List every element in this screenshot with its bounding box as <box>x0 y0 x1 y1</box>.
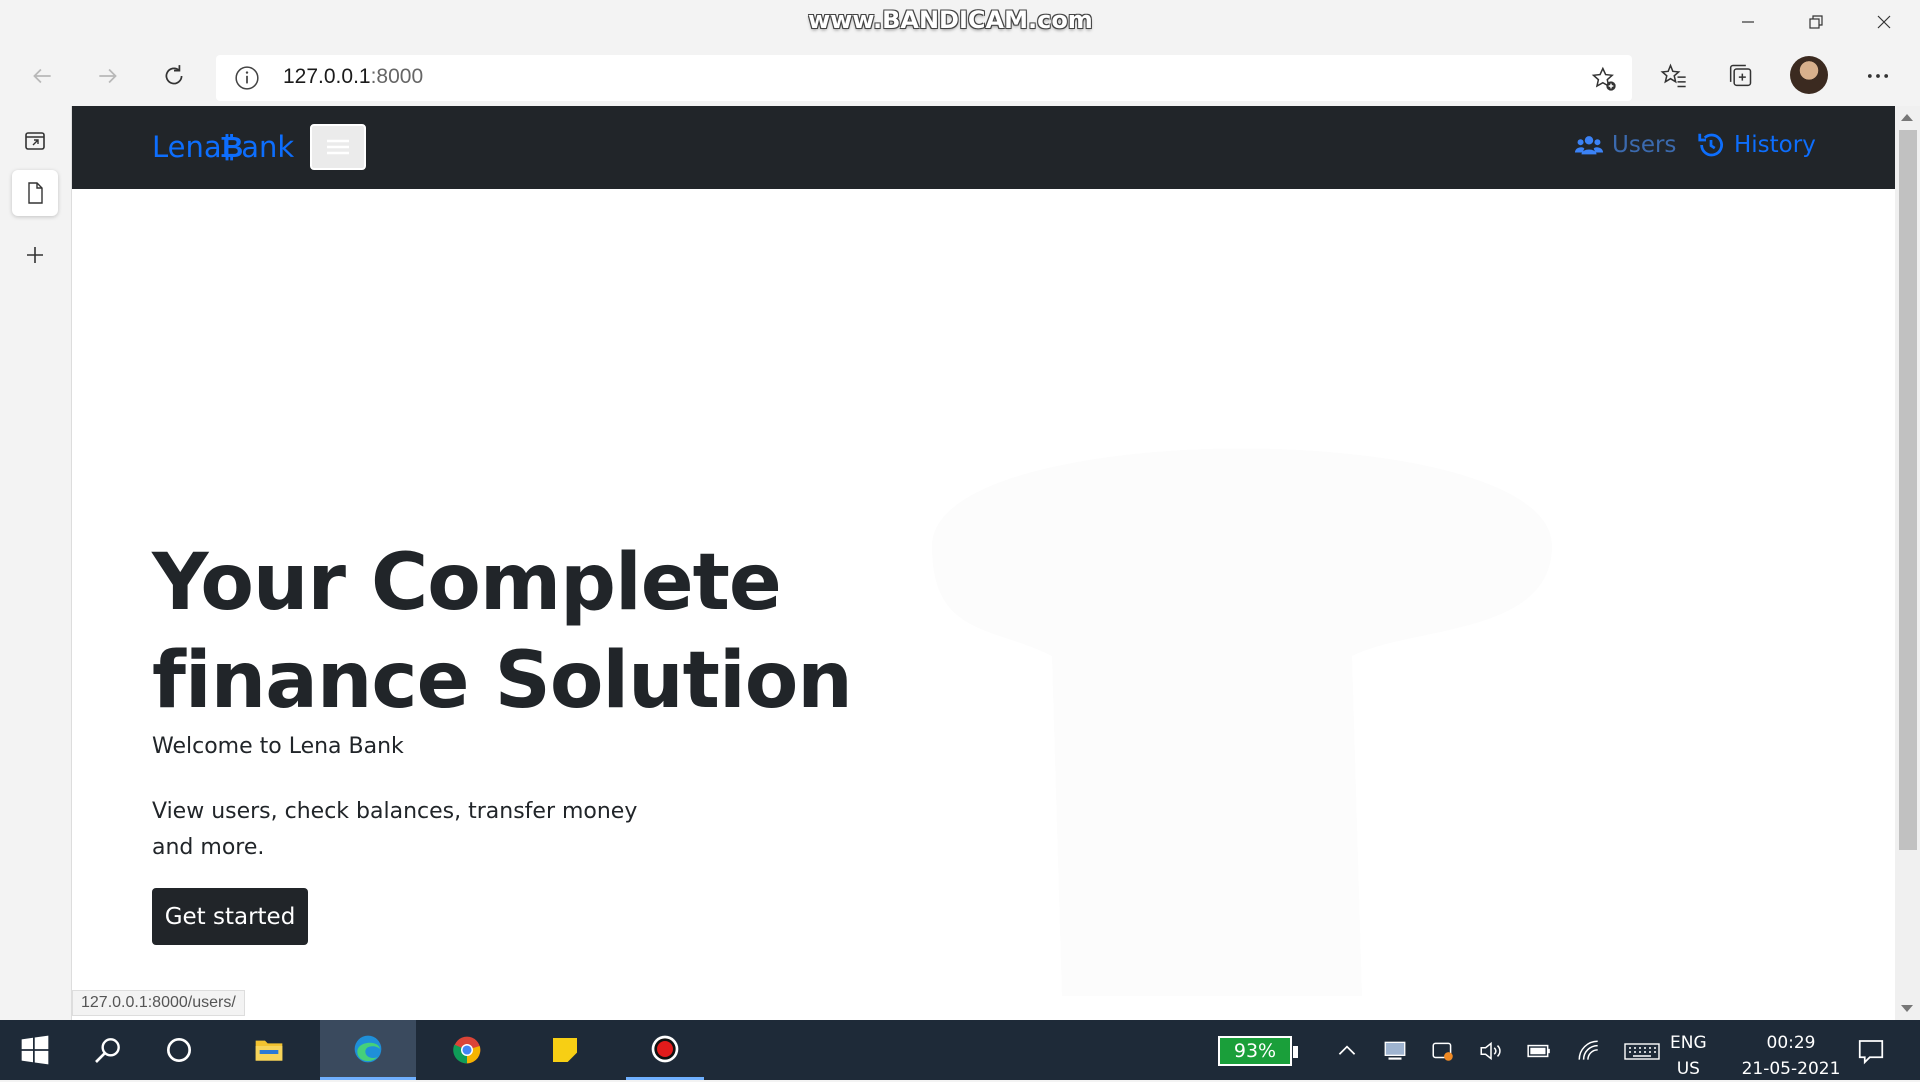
hamburger-icon <box>327 139 349 155</box>
hero-title-line1: Your Complete <box>152 538 782 628</box>
battery-indicator[interactable]: 93% <box>1218 1036 1298 1066</box>
clock-date: 21-05-2021 <box>1741 1059 1841 1079</box>
language-code: ENG <box>1670 1033 1707 1053</box>
cortana-circle-icon <box>167 1038 191 1062</box>
settings-menu-button[interactable] <box>1862 60 1894 92</box>
restore-button[interactable] <box>1782 0 1850 44</box>
sticky-notes-icon <box>553 1038 577 1062</box>
link-status-bar: 127.0.0.1:8000/users/ <box>72 990 245 1016</box>
favorites-button[interactable] <box>1658 60 1690 92</box>
bitcoin-icon: ₿ <box>219 130 244 164</box>
tab-actions-icon <box>25 132 45 150</box>
background-illustration <box>932 448 1552 996</box>
favorites-icon <box>1660 63 1686 88</box>
scroll-down-arrow-icon[interactable] <box>1901 1005 1913 1012</box>
more-options-icon <box>1867 74 1889 78</box>
show-hidden-icons-chevron-icon[interactable] <box>1334 1038 1360 1064</box>
forward-button[interactable] <box>86 54 130 98</box>
system-clock[interactable]: 00:29 21-05-2021 <box>1734 1030 1848 1082</box>
cortana-button[interactable] <box>146 1020 212 1080</box>
close-icon <box>1877 15 1891 29</box>
brand-suffix: ank <box>241 130 295 164</box>
site-info-icon[interactable] <box>234 65 260 91</box>
hero-title-line2: finance Solution <box>152 636 853 726</box>
plus-icon <box>27 247 43 263</box>
profile-avatar[interactable] <box>1790 56 1828 94</box>
start-button[interactable] <box>0 1020 70 1080</box>
minimize-button[interactable] <box>1714 0 1782 44</box>
edge-taskbar-item[interactable] <box>320 1020 416 1080</box>
edge-browser-icon <box>354 1035 382 1062</box>
nav-users-link[interactable]: Users <box>1574 130 1676 160</box>
sticky-notes-taskbar-item[interactable] <box>526 1020 604 1080</box>
browser-toolbar: 127.0.0.1:8000 <box>0 44 1920 106</box>
search-icon <box>95 1038 120 1063</box>
vertical-tab-current[interactable] <box>12 170 58 216</box>
page-viewport: Lena₿ank Users History Your Complete fin… <box>72 106 1895 1020</box>
new-tab-button[interactable] <box>12 232 58 278</box>
display-icon[interactable] <box>1382 1038 1408 1064</box>
keyboard-layout-code: US <box>1676 1059 1700 1079</box>
volume-icon[interactable] <box>1478 1038 1504 1064</box>
address-bar[interactable]: 127.0.0.1:8000 <box>216 55 1632 101</box>
close-button[interactable] <box>1850 0 1918 44</box>
brand-logo[interactable]: Lena₿ank <box>152 130 294 165</box>
bandicam-taskbar-item[interactable] <box>626 1020 704 1080</box>
forward-arrow-icon <box>99 68 117 84</box>
back-button[interactable] <box>20 54 64 98</box>
hero-subtitle: Welcome to Lena Bank <box>152 734 404 759</box>
users-icon <box>1574 136 1604 155</box>
vertical-tabs-sidebar <box>0 106 72 1020</box>
scroll-up-arrow-icon[interactable] <box>1901 114 1913 121</box>
wifi-icon[interactable] <box>1576 1038 1602 1064</box>
get-started-button[interactable]: Get started <box>152 888 308 945</box>
add-favorite-icon[interactable] <box>1590 65 1618 93</box>
url-port: :8000 <box>370 65 424 88</box>
chrome-taskbar-item[interactable] <box>428 1020 506 1080</box>
windows-logo-icon <box>21 1035 49 1065</box>
navbar-toggler-button[interactable] <box>310 124 366 170</box>
hero-description: View users, check balances, transfer mon… <box>152 799 638 860</box>
refresh-icon <box>165 65 183 85</box>
page-scrollbar[interactable] <box>1895 106 1920 1020</box>
page-icon <box>28 182 43 204</box>
url-host: 127.0.0.1 <box>283 65 371 88</box>
nav-users-label: Users <box>1612 132 1677 158</box>
window-title-bar: www.BANDICAM.com <box>0 0 1920 44</box>
scrollbar-thumb[interactable] <box>1899 130 1917 850</box>
site-navbar: Lena₿ank Users History <box>72 106 1895 189</box>
windows-taskbar: 93% ENG US 00:29 21-05-2021 <box>0 1020 1920 1080</box>
refresh-button[interactable] <box>152 54 196 98</box>
chrome-browser-icon <box>453 1036 481 1064</box>
history-icon <box>1698 133 1723 157</box>
collections-icon <box>1729 64 1752 87</box>
back-arrow-icon <box>33 68 51 84</box>
url-text[interactable]: 127.0.0.1:8000 <box>283 65 423 89</box>
folder-icon <box>255 1040 283 1061</box>
hero-title: Your Complete finance Solution <box>152 534 912 730</box>
record-icon <box>651 1035 679 1062</box>
minimize-icon <box>1742 21 1754 23</box>
touch-keyboard-icon[interactable] <box>1624 1038 1660 1064</box>
input-language-indicator[interactable]: ENG US <box>1670 1030 1707 1082</box>
restore-icon <box>1809 15 1823 29</box>
notifications-icon[interactable] <box>1856 1036 1886 1066</box>
file-explorer-taskbar-item[interactable] <box>230 1020 308 1080</box>
nav-history-label: History <box>1734 132 1816 158</box>
clock-time: 00:29 <box>1766 1033 1816 1053</box>
brand-prefix: Lena <box>152 130 222 164</box>
search-button[interactable] <box>70 1020 146 1080</box>
nav-history-link[interactable]: History <box>1696 130 1816 160</box>
update-status-icon[interactable] <box>1430 1038 1456 1064</box>
recording-watermark: www.BANDICAM.com <box>808 6 1093 34</box>
tab-actions-button[interactable] <box>12 118 58 164</box>
collections-button[interactable] <box>1724 60 1756 92</box>
power-battery-icon[interactable] <box>1526 1038 1552 1064</box>
